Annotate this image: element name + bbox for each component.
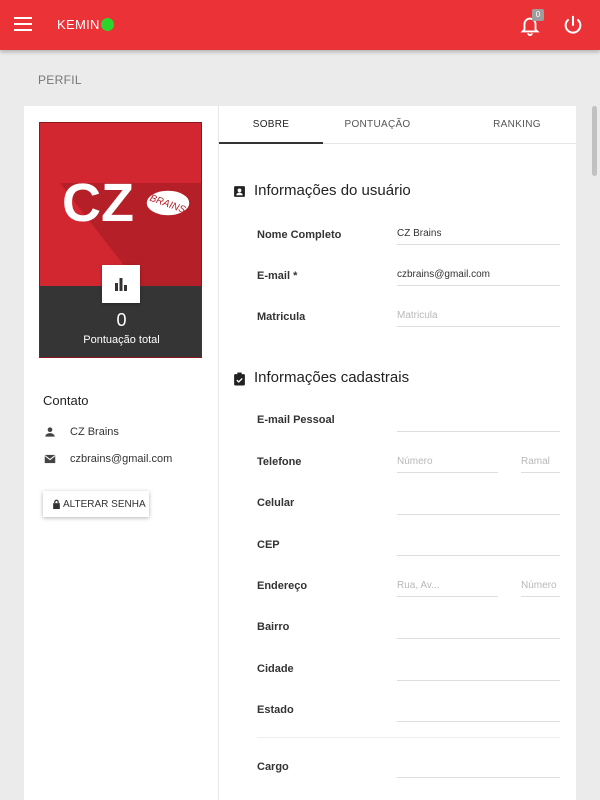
contact-email: czbrains@gmail.com xyxy=(70,453,173,465)
contact-name: CZ Brains xyxy=(70,426,119,438)
change-password-label: ALTERAR SENHA xyxy=(63,499,146,510)
contact-title: Contato xyxy=(43,393,89,408)
state-label: Estado xyxy=(257,704,294,716)
city-input[interactable] xyxy=(397,659,560,681)
personal-email-label: E-mail Pessoal xyxy=(257,414,335,426)
phone-extension-input[interactable] xyxy=(521,451,560,473)
clipboard-check-icon xyxy=(234,372,245,386)
cep-input[interactable] xyxy=(397,534,560,556)
total-score-value: 0 xyxy=(116,310,127,330)
role-label: Cargo xyxy=(257,761,289,773)
personal-email-input[interactable] xyxy=(397,410,560,432)
section-separator xyxy=(257,737,560,738)
app-brand: KEMIN xyxy=(57,17,100,32)
top-app-bar: KEMIN 0 xyxy=(0,0,600,50)
email-input[interactable] xyxy=(397,264,560,286)
tab-ranking[interactable]: RANKING xyxy=(469,106,565,144)
profile-sidebar: CZ BRAINS 0 Pontuação total Contato CZ B… xyxy=(24,106,218,800)
profile-avatar-box: CZ BRAINS 0 Pontuação total xyxy=(39,122,202,358)
district-input[interactable] xyxy=(397,617,560,639)
tab-sobre[interactable]: SOBRE xyxy=(219,106,323,144)
address-number-input[interactable] xyxy=(521,575,560,597)
mobile-input[interactable] xyxy=(397,493,560,515)
column-divider xyxy=(218,106,219,800)
tab-pontuacao[interactable]: PONTUAÇÃO xyxy=(323,106,432,144)
mobile-label: Celular xyxy=(257,497,295,509)
registration-number-input[interactable] xyxy=(397,305,560,327)
notification-badge: 0 xyxy=(532,9,544,21)
full-name-label: Nome Completo xyxy=(257,229,342,241)
district-label: Bairro xyxy=(257,621,290,633)
page-title: PERFIL xyxy=(38,73,82,87)
bar-chart-icon xyxy=(115,278,127,291)
logout-power-icon[interactable] xyxy=(562,14,584,36)
menu-icon[interactable] xyxy=(14,17,32,31)
online-status-indicator xyxy=(101,18,114,31)
address-label: Endereço xyxy=(257,580,308,592)
address-street-input[interactable] xyxy=(397,575,498,597)
role-input[interactable] xyxy=(397,756,560,778)
state-input[interactable] xyxy=(397,700,560,722)
phone-number-input[interactable] xyxy=(397,451,498,473)
contact-card-icon xyxy=(234,186,245,197)
registration-number-label: Matricula xyxy=(257,311,306,323)
phone-label: Telefone xyxy=(257,456,302,468)
city-label: Cidade xyxy=(257,663,294,675)
lock-icon xyxy=(53,499,60,509)
email-icon xyxy=(44,454,56,464)
company-logo: CZ BRAINS xyxy=(60,173,201,286)
logo-text: CZ xyxy=(62,173,134,233)
change-password-button[interactable]: ALTERAR SENHA xyxy=(43,491,149,517)
full-name-input[interactable] xyxy=(397,223,560,245)
profile-tabs: SOBRE PONTUAÇÃO RANKING xyxy=(219,106,576,144)
cep-label: CEP xyxy=(257,539,280,551)
page-scrollbar[interactable] xyxy=(592,106,597,176)
profile-card: CZ BRAINS 0 Pontuação total Contato CZ B… xyxy=(24,106,576,800)
person-icon xyxy=(45,427,55,437)
view-score-chart-button[interactable] xyxy=(102,265,140,303)
total-score-label: Pontuação total xyxy=(83,334,160,346)
email-label: E-mail * xyxy=(257,270,298,282)
